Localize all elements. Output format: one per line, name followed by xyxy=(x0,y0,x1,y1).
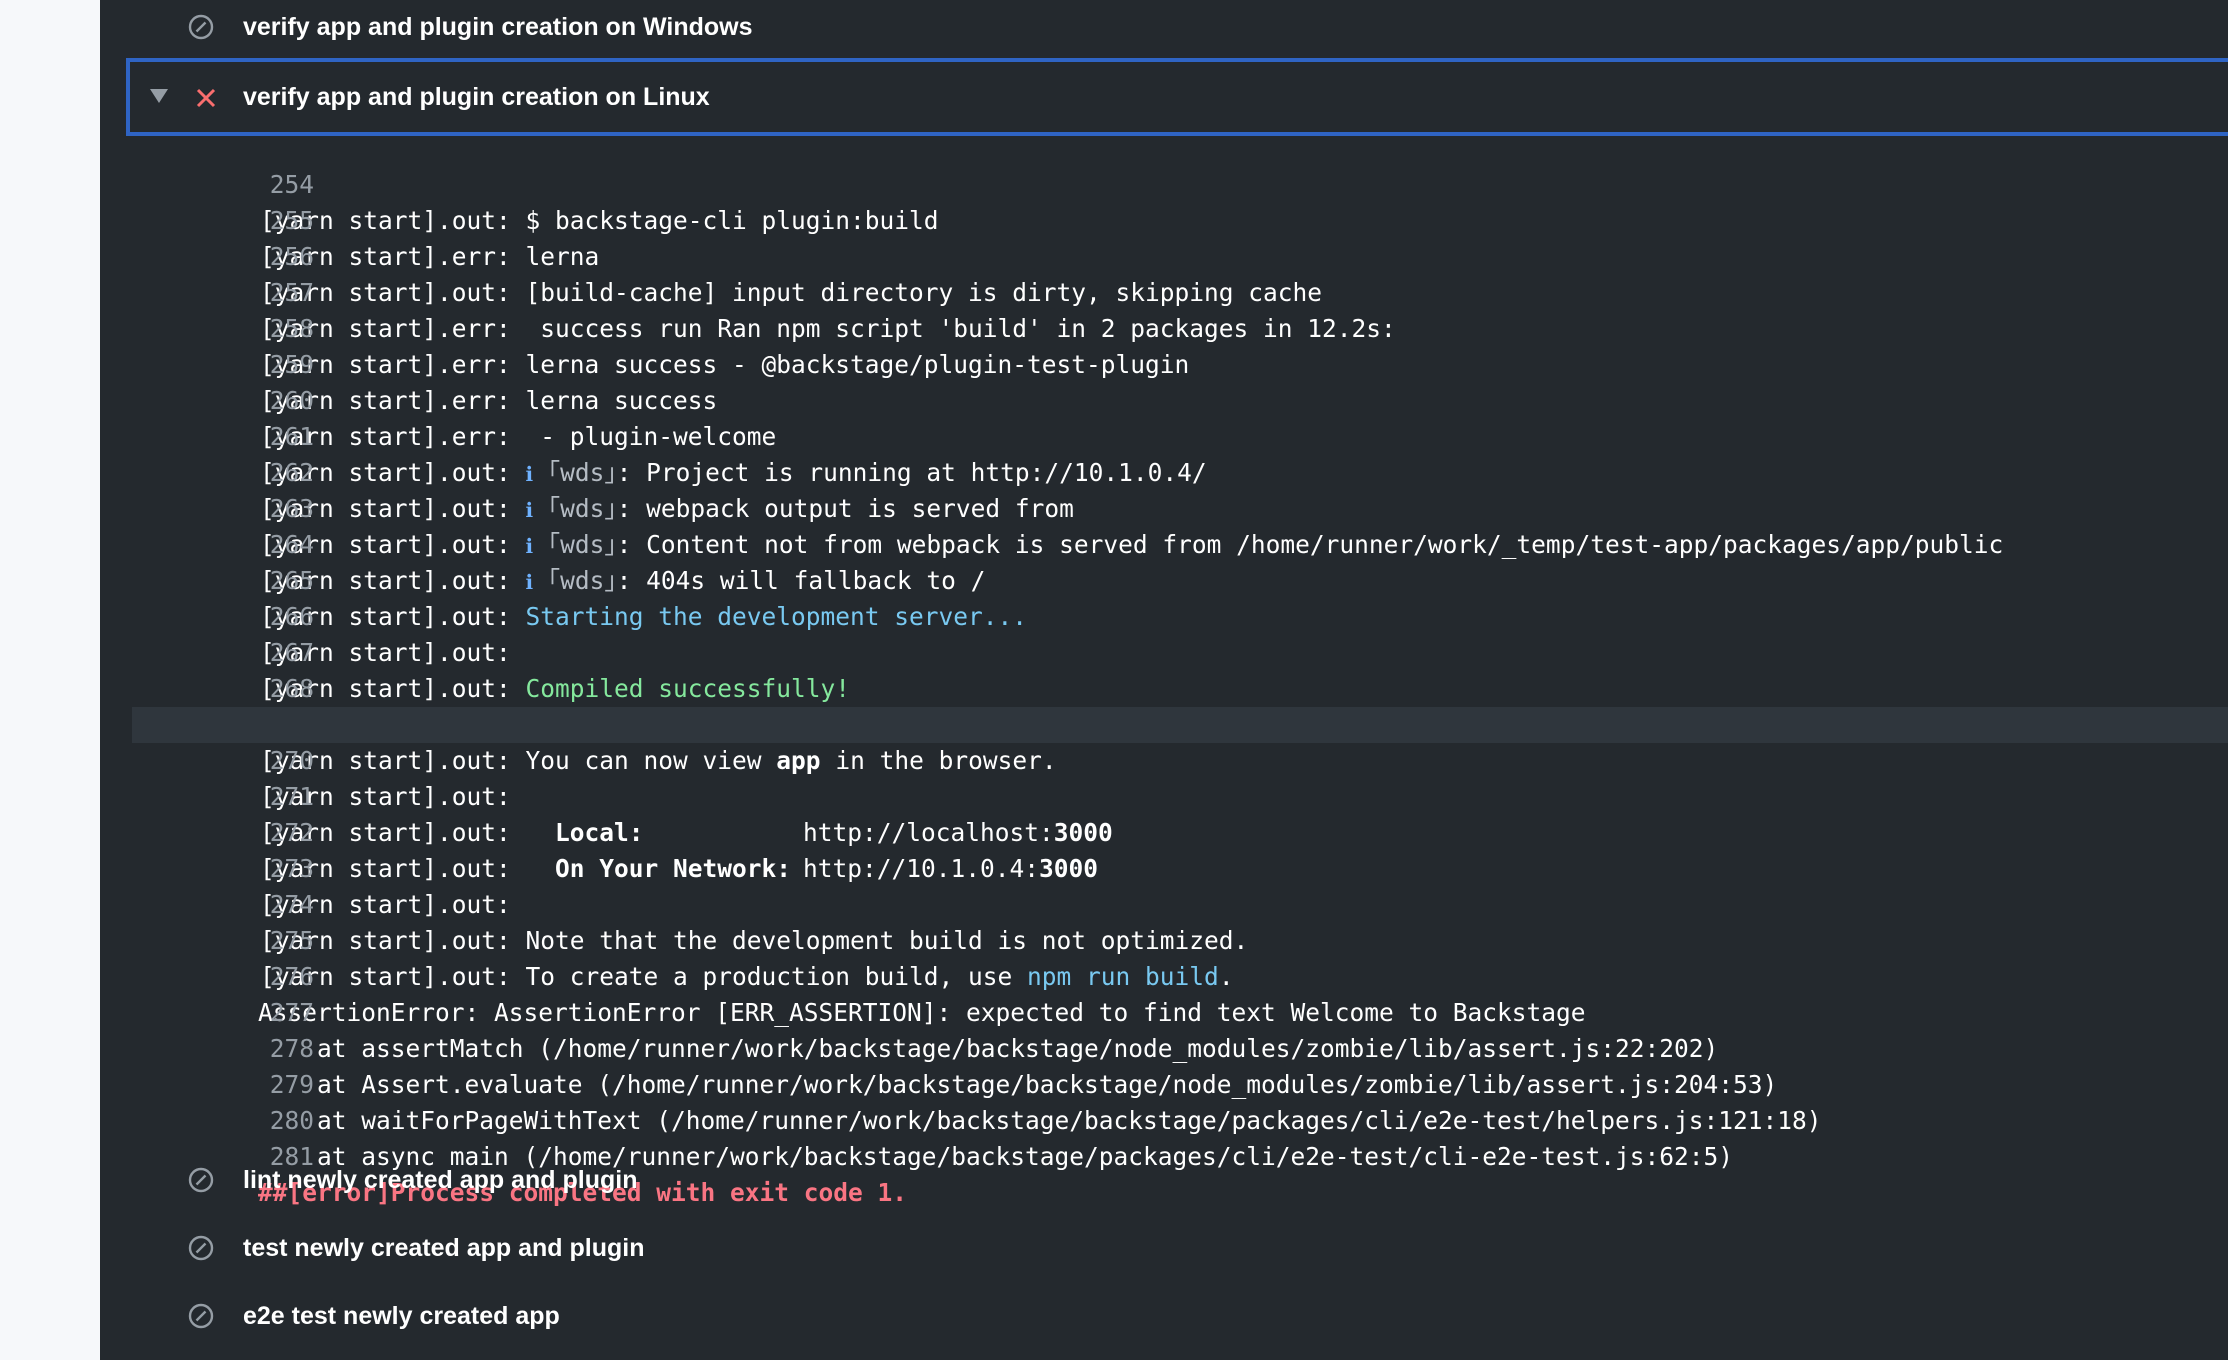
log-line: 268 [yarn start].out: xyxy=(100,635,2228,739)
left-sidebar-gutter xyxy=(0,0,100,1360)
log-line: 274 [yarn start].out: Note that the deve… xyxy=(100,851,2228,955)
step-verify-linux[interactable]: verify app and plugin creation on Linux xyxy=(126,58,2228,136)
job-log-panel: verify app and plugin creation on Window… xyxy=(100,0,2228,1360)
log-output: 254 [yarn start].out: $ backstage-cli pl… xyxy=(100,131,2228,1207)
log-line: 275 [yarn start].out: To create a produc… xyxy=(100,887,2228,991)
step-label: verify app and plugin creation on Linux xyxy=(243,83,710,111)
step-e2e[interactable]: e2e test newly created app xyxy=(100,1282,2228,1350)
step-label: test newly created app and plugin xyxy=(243,1234,645,1262)
log-line: 258 [yarn start].err: lerna success - @b… xyxy=(100,275,2228,379)
log-line: 267 [yarn start].out: Compiled successfu… xyxy=(100,599,2228,703)
log-line: 266 [yarn start].out: xyxy=(100,563,2228,667)
log-line: 262 [yarn start].out: ℹ ｢wds｣: webpack o… xyxy=(100,419,2228,523)
log-line: 263 [yarn start].out: ℹ ｢wds｣: Content n… xyxy=(100,455,2228,559)
skipped-circle-slash-icon xyxy=(188,1235,214,1261)
step-lint[interactable]: lint newly created app and plugin xyxy=(100,1146,2228,1214)
step-test[interactable]: test newly created app and plugin xyxy=(100,1214,2228,1282)
log-line: 254 [yarn start].out: $ backstage-cli pl… xyxy=(100,131,2228,235)
log-line: 256 [yarn start].out: [build-cache] inpu… xyxy=(100,203,2228,307)
log-line: 277 at assertMatch (/home/runner/work/ba… xyxy=(100,959,2228,1063)
log-line: 257 [yarn start].err: success run Ran np… xyxy=(100,239,2228,343)
log-line: 265 [yarn start].out: Starting the devel… xyxy=(100,527,2228,631)
log-line: 261 [yarn start].out: ℹ ｢wds｣: Project i… xyxy=(100,383,2228,487)
log-line: 271 [yarn start].out: Local: http://local… xyxy=(100,743,2228,847)
log-line: 269 [yarn start].out: You can now view a… xyxy=(100,671,2228,775)
skipped-circle-slash-icon xyxy=(188,1303,214,1329)
log-line: 264 [yarn start].out: ℹ ｢wds｣: 404s will… xyxy=(100,491,2228,595)
log-line-error: 281 ##[error]Process completed with exit… xyxy=(100,1103,2228,1207)
skipped-circle-slash-icon xyxy=(188,1167,214,1193)
caret-down-icon[interactable] xyxy=(150,89,168,103)
log-line: 259 [yarn start].err: lerna success xyxy=(100,311,2228,415)
step-label: lint newly created app and plugin xyxy=(243,1166,638,1194)
log-line-highlighted: 270 [yarn start].out: xyxy=(132,707,2228,811)
log-line: 278 at Assert.evaluate (/home/runner/wor… xyxy=(100,995,2228,1099)
x-icon xyxy=(196,88,216,108)
step-label: e2e test newly created app xyxy=(243,1302,560,1330)
skipped-circle-slash-icon xyxy=(188,14,214,40)
log-line: 276 AssertionError: AssertionError [ERR_… xyxy=(100,923,2228,1027)
log-line: 273 [yarn start].out: xyxy=(100,815,2228,919)
log-line: 255 [yarn start].err: lerna xyxy=(100,167,2228,271)
step-verify-windows[interactable]: verify app and plugin creation on Window… xyxy=(100,0,2228,61)
log-line: 279 at waitForPageWithText (/home/runner… xyxy=(100,1031,2228,1135)
log-line: 260 [yarn start].err: - plugin-welcome xyxy=(100,347,2228,451)
log-line: 272 [yarn start].out: On Your Network: ht… xyxy=(100,779,2228,883)
log-line: 280 at async main (/home/runner/work/bac… xyxy=(100,1067,2228,1171)
step-label: verify app and plugin creation on Window… xyxy=(243,13,753,41)
